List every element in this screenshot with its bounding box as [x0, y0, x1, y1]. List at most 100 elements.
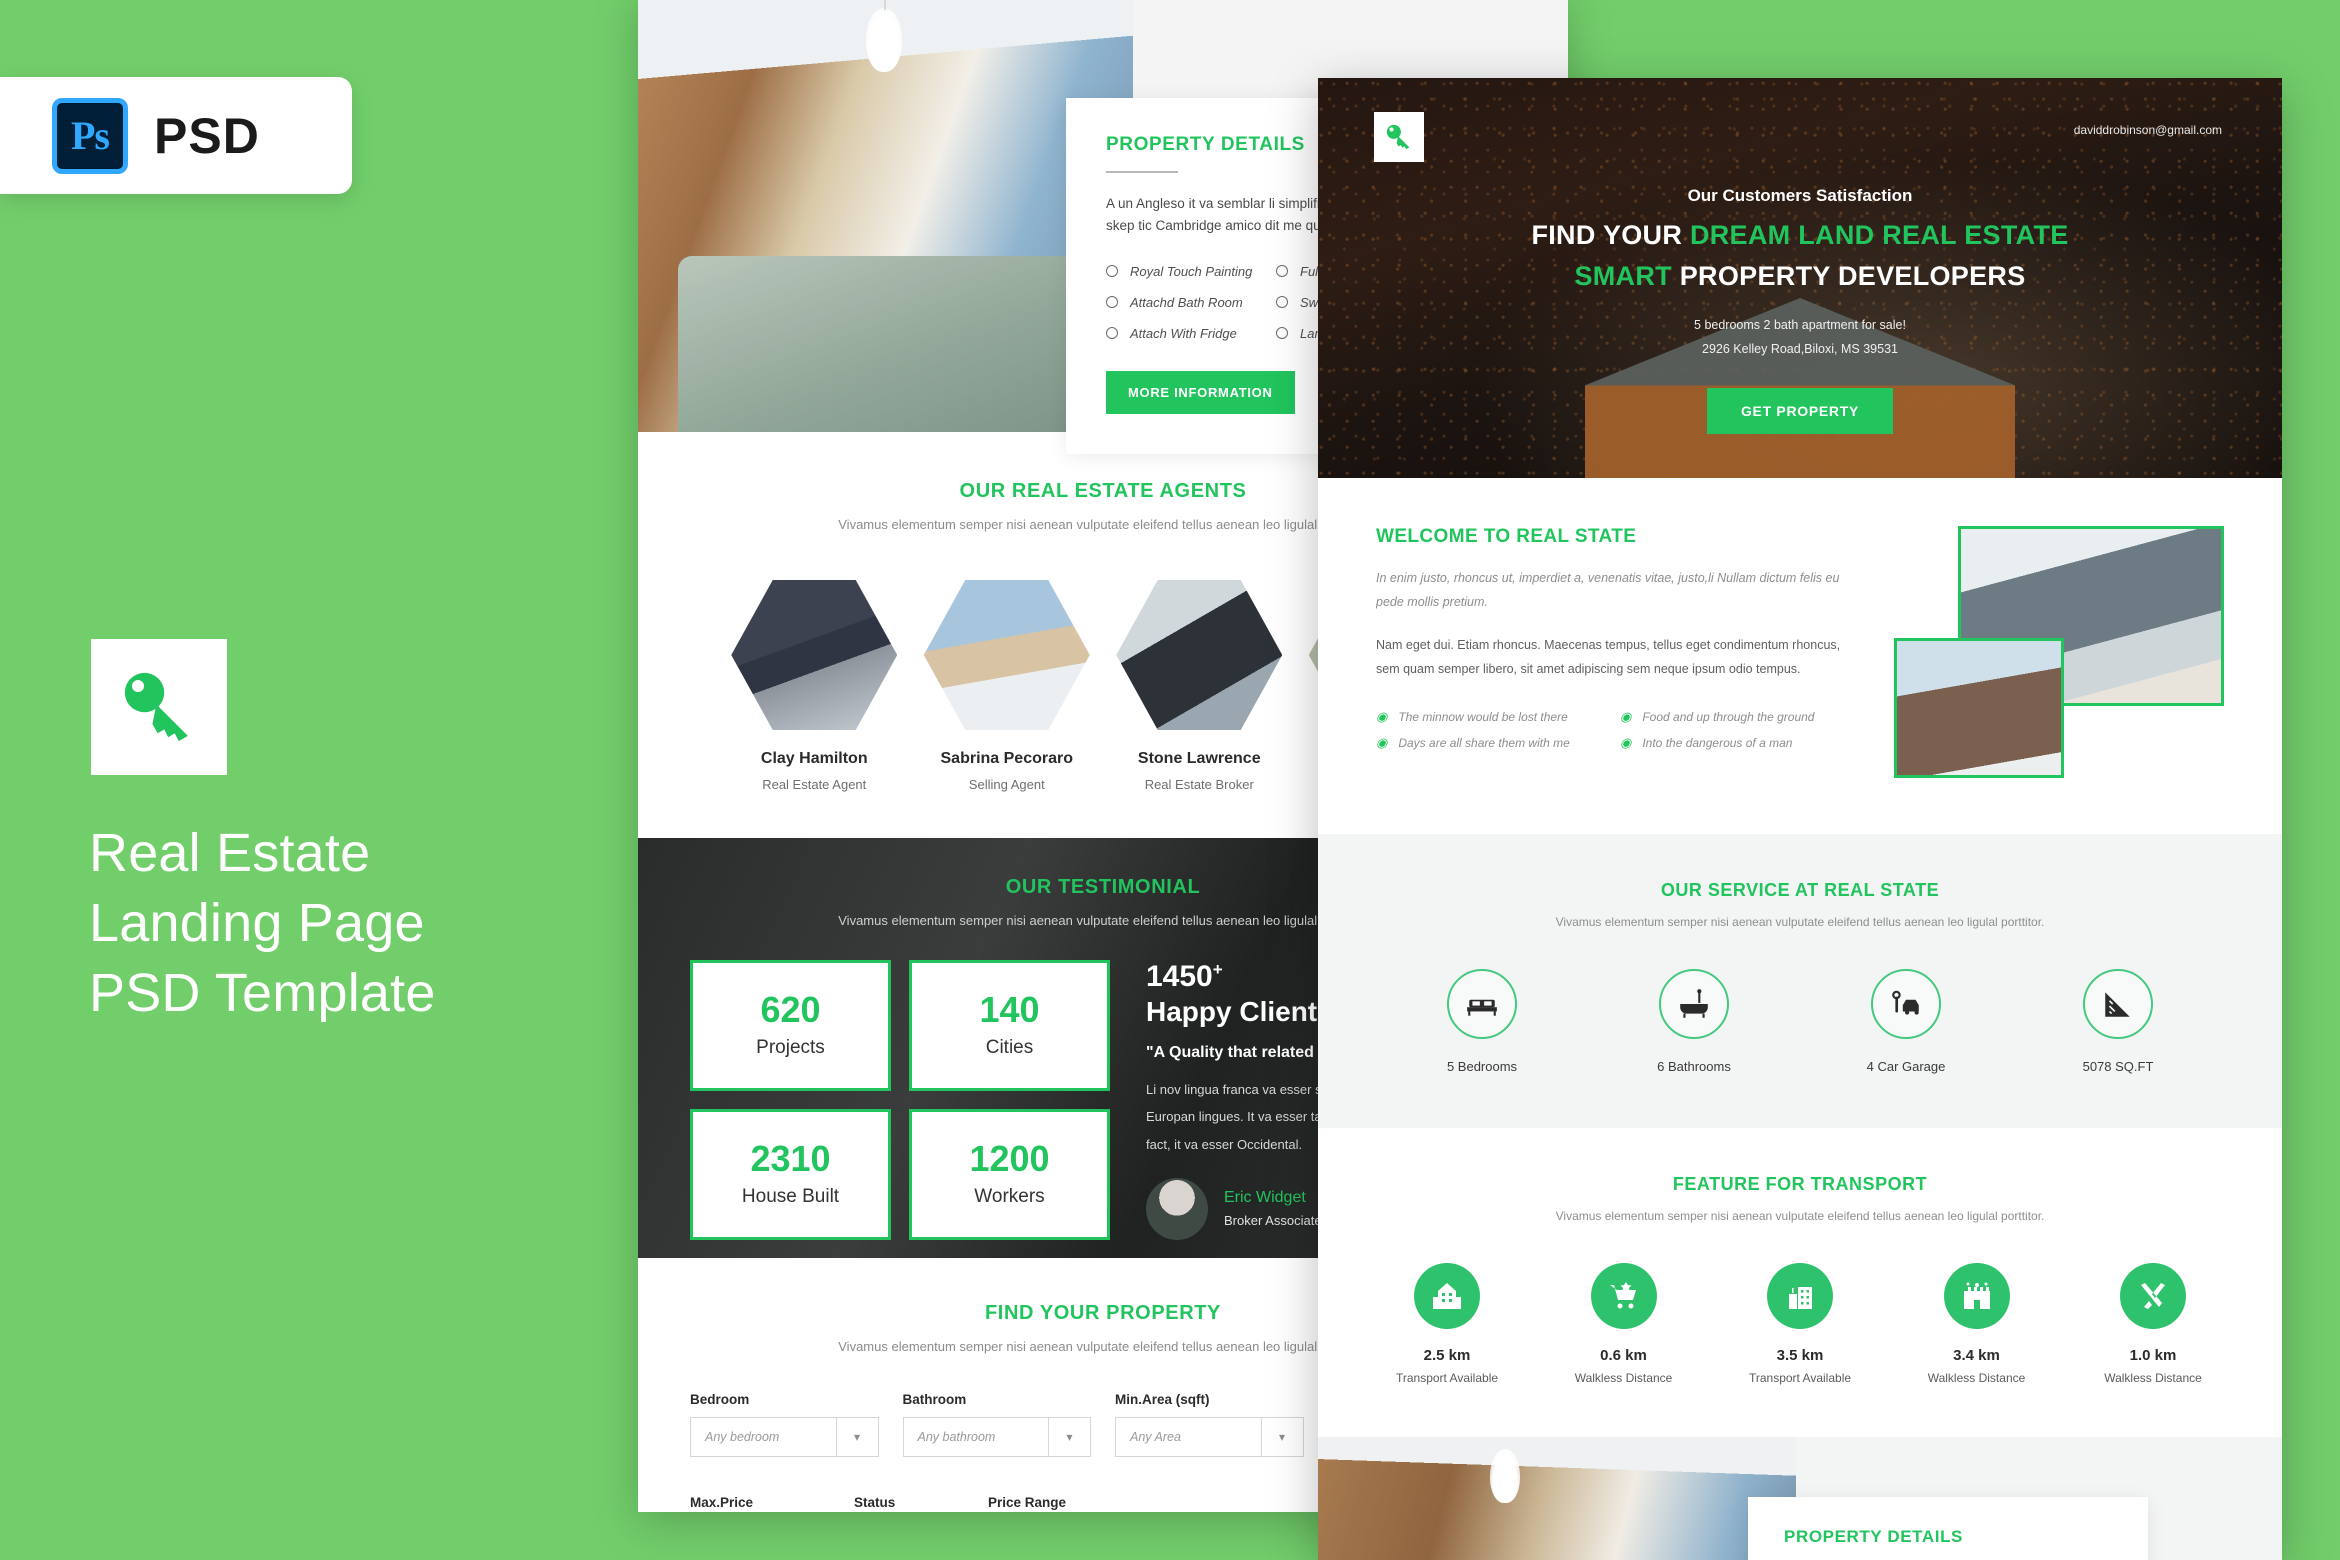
- service-item: 5 Bedrooms: [1407, 969, 1557, 1074]
- welcome-images: [1894, 526, 2224, 778]
- service-subtitle: Vivamus elementum semper nisi aenean vul…: [1555, 915, 2045, 929]
- eye-icon: ◉: [1376, 734, 1388, 750]
- apartment-icon: [1414, 1263, 1480, 1329]
- castle-icon: [1943, 1263, 2010, 1329]
- welcome-bullet: ◉ The minnow would be lost there: [1376, 704, 1620, 730]
- field-label: Bedroom: [690, 1392, 750, 1407]
- avatar: [1146, 1177, 1208, 1240]
- agent-avatar: [731, 580, 898, 730]
- service-item: 4 Car Garage: [1831, 969, 1981, 1074]
- counter-card: 140 Cities: [909, 960, 1110, 1091]
- eye-icon: ◉: [1620, 734, 1632, 750]
- welcome-bullets: ◉ The minnow would be lost there ◉ Food an…: [1376, 704, 1864, 756]
- service-item: 5078 SQ.FT: [2043, 969, 2193, 1074]
- divider: [1106, 171, 1178, 173]
- counter-label: Projects: [756, 1037, 825, 1058]
- hero-headline-part-1: FIND YOUR: [1531, 220, 1690, 250]
- photoshop-icon-label: Ps: [71, 113, 110, 158]
- photoshop-icon: Ps: [52, 97, 128, 174]
- transport-item: 3.5 km Transport Available: [1725, 1263, 1875, 1385]
- counter-label: Workers: [974, 1185, 1045, 1207]
- transport-label: Walkless Distance: [2104, 1371, 2202, 1385]
- transport-label: Walkless Distance: [1927, 1371, 2026, 1385]
- psd-badge: Ps PSD: [0, 77, 352, 194]
- transport-items: 2.5 km Transport Available 0.6 km Walkle…: [1358, 1263, 2242, 1385]
- counter-grid: 620 Projects 140 Cities 2310 House Built…: [690, 960, 1110, 1240]
- service-label: 4 Car Garage: [1866, 1059, 1946, 1074]
- right-bottom-section: PROPERTY DETAILS A un Angleso it va semb…: [1318, 1437, 2282, 1560]
- select-value: Any bedroom: [705, 1430, 780, 1444]
- property-feature-label: Royal Touch Painting: [1130, 263, 1253, 279]
- property-feature[interactable]: Royal Touch Painting: [1106, 256, 1276, 287]
- agent-card[interactable]: Sabrina Pecoraro Selling Agent: [911, 580, 1104, 792]
- welcome-text: WELCOME TO REAL STATE In enim justo, rho…: [1376, 526, 1864, 776]
- welcome-paragraph: Nam eget dui. Etiam rhoncus. Maecenas te…: [1376, 637, 1841, 677]
- plus-sign: +: [1212, 960, 1223, 979]
- hero-subtext: 5 bedrooms 2 bath apartment for sale! 29…: [1376, 314, 2224, 362]
- chevron-down-icon: ▾: [1048, 1418, 1090, 1456]
- promo-title: Real Estate Landing Page PSD Template: [89, 818, 609, 1029]
- counter-value: 1200: [969, 1137, 1050, 1179]
- bed-icon: [1447, 969, 1517, 1039]
- property-feature[interactable]: Attachd Bath Room: [1106, 287, 1276, 318]
- welcome-bullet: ◉ Into the dangerous of a man: [1620, 730, 1864, 756]
- radio-icon: [1276, 296, 1288, 309]
- hero-headline-part-4: PROPERTY DEVELOPERS: [1679, 261, 2026, 291]
- site-logo[interactable]: [1374, 112, 1424, 162]
- field-bathroom: Bathroom Any bathroom ▾: [902, 1392, 1091, 1457]
- chandelier-icon: [865, 0, 902, 72]
- field-min-area: Min.Area (sqft) Any Area ▾: [1115, 1392, 1304, 1457]
- field-label: Bathroom: [902, 1392, 967, 1407]
- agent-card[interactable]: Stone Lawrence Real Estate Broker: [1103, 580, 1296, 792]
- transport-section: FEATURE FOR TRANSPORT Vivamus elementum …: [1318, 1128, 2282, 1437]
- chevron-down-icon: ▾: [1260, 1418, 1303, 1456]
- transport-distance: 0.6 km: [1600, 1347, 1647, 1364]
- bedroom-select[interactable]: Any bedroom ▾: [690, 1417, 879, 1457]
- welcome-bullet-label: The minnow would be lost there: [1398, 709, 1568, 724]
- hero-headline-part-3: SMART: [1574, 261, 1680, 291]
- radio-icon: [1276, 327, 1288, 340]
- welcome-section: WELCOME TO REAL STATE In enim justo, rho…: [1318, 478, 2282, 834]
- agent-name: Stone Lawrence: [1137, 750, 1261, 767]
- counter-card: 620 Projects: [690, 960, 891, 1091]
- agent-role: Selling Agent: [968, 777, 1045, 792]
- agent-role: Real Estate Broker: [1144, 777, 1254, 792]
- agent-name: Clay Hamilton: [760, 750, 868, 767]
- hero-sub-line-2: 2926 Kelley Road,Biloxi, MS 39531: [1702, 341, 1898, 356]
- right-mockup-sheet: daviddrobinson@gmail.com Our Customers S…: [1318, 78, 2282, 1560]
- transport-distance: 3.5 km: [1776, 1347, 1824, 1364]
- get-property-button[interactable]: GET PROPERTY: [1706, 387, 1894, 434]
- hero-headline: FIND YOUR DREAM LAND REAL ESTATE SMART P…: [1376, 220, 2224, 292]
- transport-distance: 2.5 km: [1423, 1347, 1471, 1364]
- promo-line-2: Landing Page: [89, 893, 425, 954]
- property-details-card: PROPERTY DETAILS A un Angleso it va semb…: [1748, 1497, 2148, 1560]
- property-feature-label: Attach With Fridge: [1130, 325, 1237, 341]
- agent-card[interactable]: Clay Hamilton Real Estate Agent: [718, 580, 911, 792]
- radio-icon: [1106, 296, 1118, 309]
- more-information-button[interactable]: MORE INFORMATION: [1106, 370, 1295, 414]
- bathroom-select[interactable]: Any bathroom ▾: [902, 1417, 1091, 1457]
- person-name: Eric Widget: [1224, 1189, 1306, 1207]
- field-status: Status Any▾: [854, 1495, 964, 1512]
- field-bedroom: Bedroom Any bedroom ▾: [690, 1392, 879, 1457]
- transport-label: Transport Available: [1395, 1371, 1499, 1385]
- transport-title: FEATURE FOR TRANSPORT: [1672, 1174, 1928, 1194]
- property-feature[interactable]: Attach With Fridge: [1106, 318, 1276, 349]
- service-title: OUR SERVICE AT REAL STATE: [1660, 880, 1940, 900]
- service-items: 5 Bedrooms 6 Bathrooms 4 Car Garage 5078…: [1376, 969, 2224, 1074]
- counter-value: 2310: [750, 1137, 831, 1179]
- welcome-bullet: ◉ Days are all share them with me: [1376, 730, 1620, 756]
- bathtub-icon: [1659, 969, 1729, 1039]
- contact-email[interactable]: daviddrobinson@gmail.com: [2074, 123, 2222, 137]
- shopping-cart-icon: [1590, 1263, 1657, 1329]
- welcome-bullet-label: Food and up through the ground: [1642, 709, 1815, 724]
- eye-icon: ◉: [1620, 708, 1632, 724]
- key-icon: [1386, 124, 1410, 150]
- transport-item: 3.4 km Walkless Distance: [1902, 1263, 2052, 1385]
- promo-line-3: PSD Template: [89, 963, 436, 1024]
- bedroom-photo: [638, 0, 1133, 432]
- welcome-bullet-label: Into the dangerous of a man: [1642, 735, 1793, 750]
- field-label: Min.Area (sqft): [1115, 1392, 1210, 1407]
- service-section: OUR SERVICE AT REAL STATE Vivamus elemen…: [1318, 834, 2282, 1128]
- min-area-select[interactable]: Any Area ▾: [1115, 1417, 1304, 1457]
